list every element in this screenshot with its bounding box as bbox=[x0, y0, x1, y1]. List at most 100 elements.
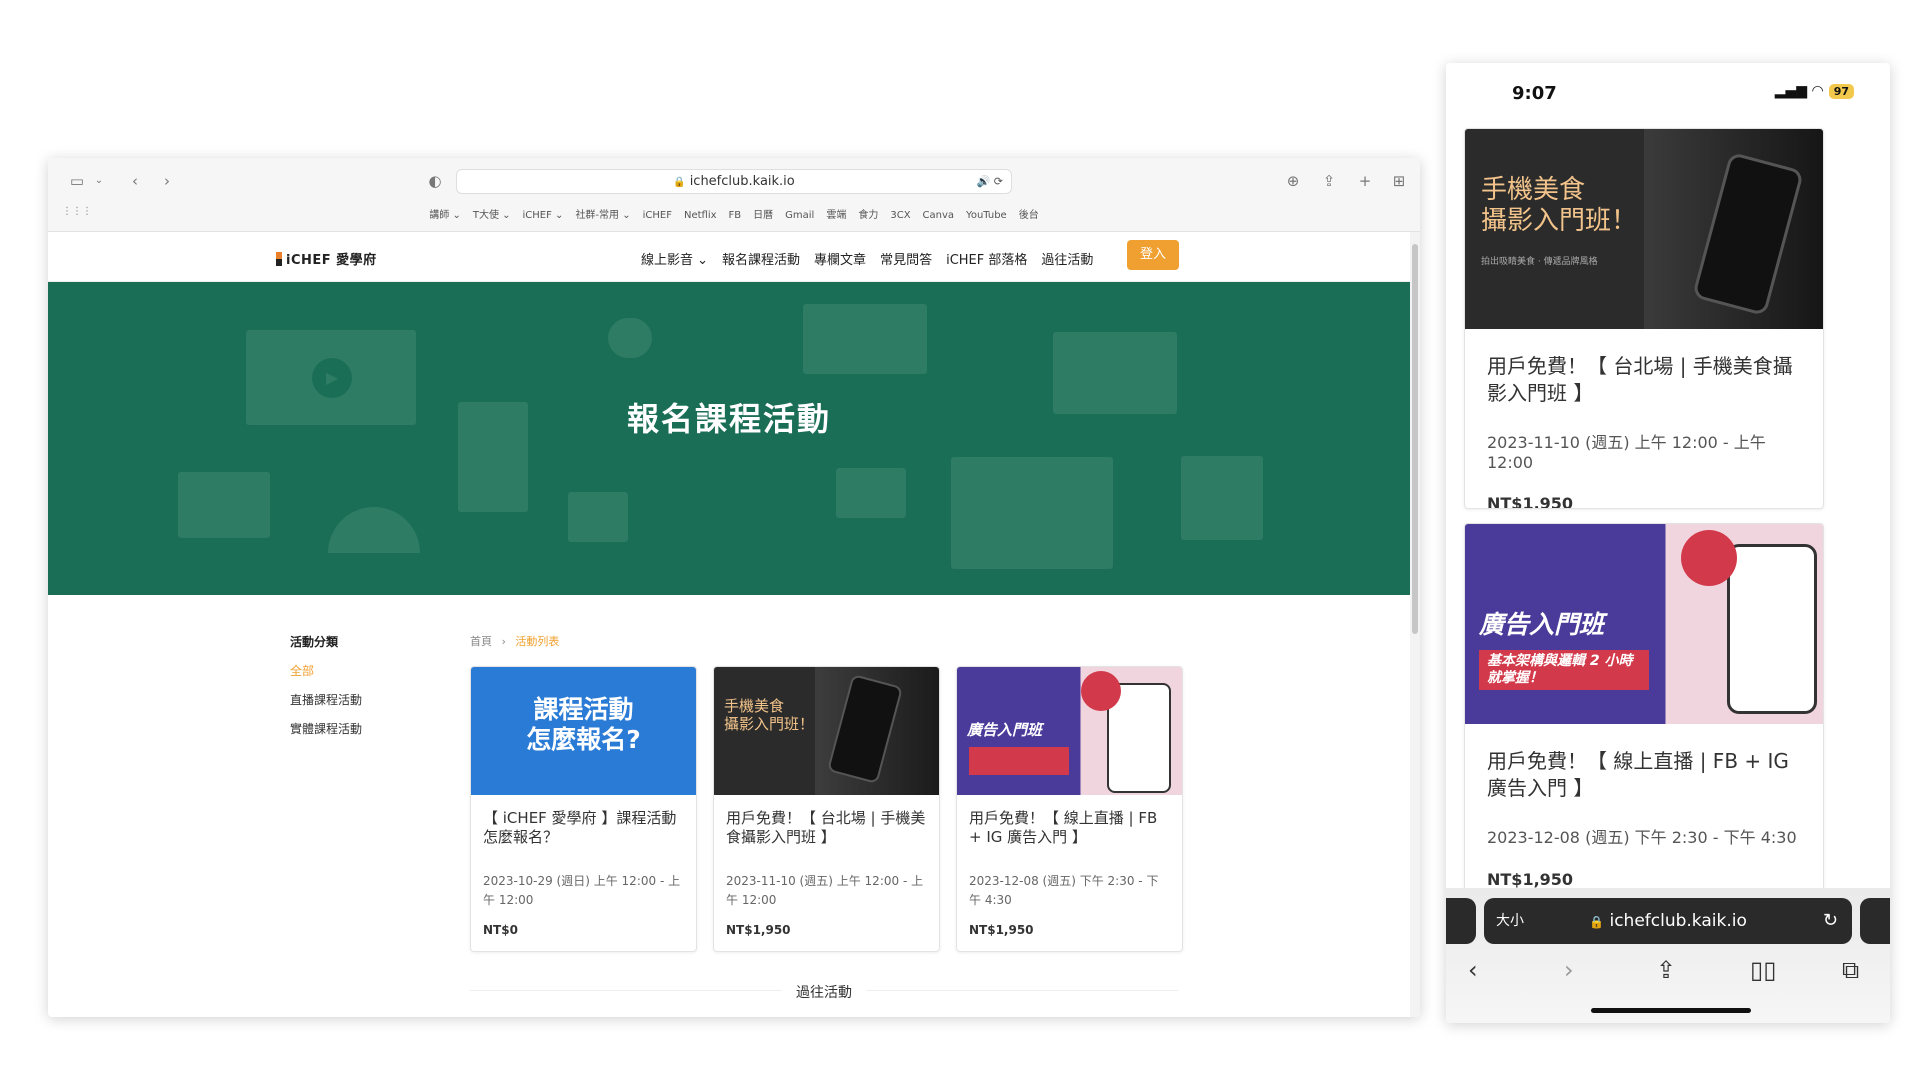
clock: 9:07 bbox=[1512, 83, 1557, 104]
card-date: 2023-12-08 (週五) 下午 2:30 - 下午 4:30 bbox=[1487, 828, 1797, 847]
past-events-heading[interactable]: 過往活動 bbox=[782, 985, 866, 1001]
lock-icon: 🔒 bbox=[1589, 915, 1605, 929]
desktop-browser-window: ▭ ⌄ ‹ › ◐ 🔒 ichefclub.kaik.io 🔊 ⟳ ⊕ ⇪ + ⊞… bbox=[48, 158, 1420, 1017]
bookmark-item[interactable]: FB bbox=[729, 210, 742, 221]
card-title: 用戶免費！【 台北場 | 手機美食攝影入門班 】 bbox=[726, 809, 926, 846]
nav-item[interactable]: 常見問答 bbox=[880, 253, 932, 268]
card-image: 廣告入門班 bbox=[957, 667, 1182, 795]
bookmark-item[interactable]: iCHEF bbox=[643, 210, 672, 221]
tab-overview-icon[interactable]: ⊞ bbox=[1390, 172, 1408, 190]
mobile-address-bar[interactable]: 大小 🔒 ichefclub.kaik.io ↻ bbox=[1484, 898, 1852, 944]
shield-icon[interactable]: ◐ bbox=[426, 172, 444, 190]
event-card[interactable]: 手機美食 攝影入門班！ 用戶免費！【 台北場 | 手機美食攝影入門班 】 202… bbox=[713, 666, 940, 952]
event-card[interactable]: 廣告入門班 基本架構與邏輯 2 小時就掌握！ 用戶免費！【 線上直播 | FB … bbox=[1464, 523, 1824, 923]
card-price: NT$0 bbox=[483, 923, 518, 937]
past-events-divider: 過往活動 bbox=[470, 985, 1178, 1011]
bookmarks-icon[interactable]: ▯▯ bbox=[1750, 956, 1776, 984]
bookmark-item[interactable]: Canva bbox=[923, 210, 955, 221]
sidebar-toggle-icon[interactable]: ▭ bbox=[68, 172, 86, 190]
bookmark-item[interactable]: 日曆 bbox=[753, 210, 773, 221]
reload-icon[interactable]: ↻ bbox=[1823, 898, 1838, 944]
url-text: ichefclub.kaik.io bbox=[689, 174, 795, 189]
bookmark-item[interactable]: 3CX bbox=[890, 210, 910, 221]
card-price: NT$1,950 bbox=[969, 923, 1034, 937]
download-icon[interactable]: ⊕ bbox=[1284, 172, 1302, 190]
bookmark-item[interactable]: Gmail bbox=[785, 210, 814, 221]
bookmark-item[interactable]: iCHEF ⌄ bbox=[523, 210, 564, 221]
breadcrumb: 首頁 › 活動列表 bbox=[470, 633, 559, 649]
nav-item[interactable]: 線上影音 ⌄ bbox=[641, 253, 708, 268]
card-title: 用戶免費！【 台北場 | 手機美食攝影入門班 】 bbox=[1487, 354, 1793, 405]
safari-bottom-bar: 大小 🔒 ichefclub.kaik.io ↻ ‹ › ⇪ ▯▯ ⧉ bbox=[1446, 888, 1890, 1023]
logo-text: iCHEF 愛學府 bbox=[286, 253, 377, 268]
breadcrumb-current: 活動列表 bbox=[515, 635, 560, 648]
badge-circle bbox=[1081, 671, 1121, 711]
share-icon[interactable]: ⇪ bbox=[1320, 172, 1338, 190]
red-ribbon bbox=[969, 747, 1069, 775]
prev-tab-edge[interactable] bbox=[1446, 898, 1476, 944]
bookmark-item[interactable]: 後台 bbox=[1019, 210, 1039, 221]
scrollbar[interactable] bbox=[1410, 232, 1420, 1017]
document-illustration bbox=[951, 457, 1113, 569]
audio-reload-icons[interactable]: 🔊 ⟳ bbox=[977, 170, 1003, 193]
mobile-toolbar: ‹ › ⇪ ▯▯ ⧉ bbox=[1446, 956, 1890, 986]
chevron-down-icon[interactable]: ⌄ bbox=[90, 172, 108, 190]
tabs-icon[interactable]: ⧉ bbox=[1842, 956, 1859, 984]
signal-icon: ▂▄▆ bbox=[1774, 83, 1808, 99]
card-price: NT$1,950 bbox=[1487, 494, 1574, 509]
nav-item[interactable]: 專欄文章 bbox=[814, 253, 866, 268]
forward-icon[interactable]: › bbox=[1564, 956, 1574, 984]
keypad-illustration bbox=[1181, 456, 1263, 540]
site-navbar: iCHEF 愛學府 線上影音 ⌄ 報名課程活動 專欄文章 常見問答 iCHEF 部落格過… bbox=[48, 232, 1410, 282]
event-card[interactable]: 手機美食 攝影入門班！ 拍出吸睛美食 · 傳遞品牌風格 用戶免費！【 台北場 |… bbox=[1464, 128, 1824, 509]
bookmarks-bar: 講師 ⌄ T大使 ⌄ iCHEF ⌄ 社群-常用 ⌄ iCHEF Netflix FB 日曆 G… bbox=[48, 206, 1420, 221]
hero-banner: ▶ 報名課程活動 bbox=[48, 282, 1410, 595]
nav-item[interactable]: iCHEF 部落格 bbox=[946, 253, 1027, 268]
card-image-text: 課程活動 怎麼報名? bbox=[526, 695, 641, 754]
card-image-subtext: 拍出吸睛美食 · 傳遞品牌風格 bbox=[1481, 257, 1598, 267]
address-bar[interactable]: 🔒 ichefclub.kaik.io 🔊 ⟳ bbox=[456, 169, 1012, 194]
bookmark-item[interactable]: Netflix bbox=[684, 210, 717, 221]
card-image-text: 廣告入門班 bbox=[1479, 610, 1605, 639]
bookmark-item[interactable]: 社群-常用 ⌄ bbox=[575, 210, 630, 221]
card-date: 2023-11-10 (週五) 上午 12:00 - 上午 12:00 bbox=[726, 874, 924, 907]
breadcrumb-home[interactable]: 首頁 bbox=[470, 635, 492, 648]
event-card[interactable]: 廣告入門班 用戶免費！【 線上直播 | FB + IG 廣告入門 】 2023-… bbox=[956, 666, 1183, 952]
new-tab-icon[interactable]: + bbox=[1356, 172, 1374, 190]
card-title: 用戶免費！【 線上直播 | FB + IG 廣告入門 】 bbox=[1487, 749, 1789, 800]
site-logo[interactable]: iCHEF 愛學府 bbox=[276, 249, 377, 268]
nav-item[interactable]: 報名課程活動 bbox=[722, 253, 800, 268]
login-button[interactable]: 登入 bbox=[1127, 240, 1179, 270]
category-sidebar: 活動分類 全部 直播課程活動 實體課程活動 bbox=[290, 633, 362, 749]
card-price: NT$1,950 bbox=[726, 923, 791, 937]
status-bar: 9:07 ▂▄▆ ◠ 97 bbox=[1446, 63, 1890, 121]
bookmark-item[interactable]: 講師 ⌄ bbox=[429, 210, 461, 221]
sidebar-heading: 活動分類 bbox=[290, 635, 339, 649]
sidebar-item-live[interactable]: 直播課程活動 bbox=[290, 691, 362, 708]
forward-icon[interactable]: › bbox=[158, 172, 176, 190]
bookmark-item[interactable]: YouTube bbox=[966, 210, 1007, 221]
text-size-button[interactable]: 大小 bbox=[1496, 898, 1524, 944]
mug-illustration bbox=[568, 492, 628, 542]
wifi-icon: ◠ bbox=[1811, 83, 1824, 99]
mobile-screenshot: 9:07 ▂▄▆ ◠ 97 手機美食 攝影入門班！ 拍出吸睛美食 · 傳遞品牌風格… bbox=[1446, 63, 1890, 1023]
bookmark-item[interactable]: T大使 ⌄ bbox=[473, 210, 511, 221]
bookmark-item[interactable]: 食力 bbox=[858, 210, 878, 221]
nav-item[interactable]: 過往活動 bbox=[1041, 253, 1093, 268]
card-image-text: 手機美食 攝影入門班！ bbox=[724, 697, 815, 733]
bookmark-item[interactable]: 雲端 bbox=[826, 210, 846, 221]
phone-image bbox=[1691, 151, 1805, 317]
card-image-subtext: 基本架構與邏輯 2 小時就掌握！ bbox=[1479, 650, 1649, 690]
main-menu: 線上影音 ⌄ 報名課程活動 專欄文章 常見問答 iCHEF 部落格 過往活動 bbox=[641, 249, 1107, 268]
card-date: 2023-12-08 (週五) 下午 2:30 - 下午 4:30 bbox=[969, 874, 1159, 907]
share-icon[interactable]: ⇪ bbox=[1656, 956, 1676, 984]
back-icon[interactable]: ‹ bbox=[1468, 956, 1478, 984]
sidebar-item-all[interactable]: 全部 bbox=[290, 662, 362, 679]
back-icon[interactable]: ‹ bbox=[126, 172, 144, 190]
speech-bubble-illustration bbox=[803, 304, 927, 374]
sidebar-item-physical[interactable]: 實體課程活動 bbox=[290, 720, 362, 737]
breadcrumb-separator: › bbox=[501, 635, 506, 648]
next-tab-edge[interactable] bbox=[1860, 898, 1890, 944]
event-card[interactable]: 課程活動 怎麼報名? 【 iCHEF 愛學府 】課程活動怎麼報名？ 2023-1… bbox=[470, 666, 697, 952]
calculator-illustration bbox=[178, 472, 270, 538]
